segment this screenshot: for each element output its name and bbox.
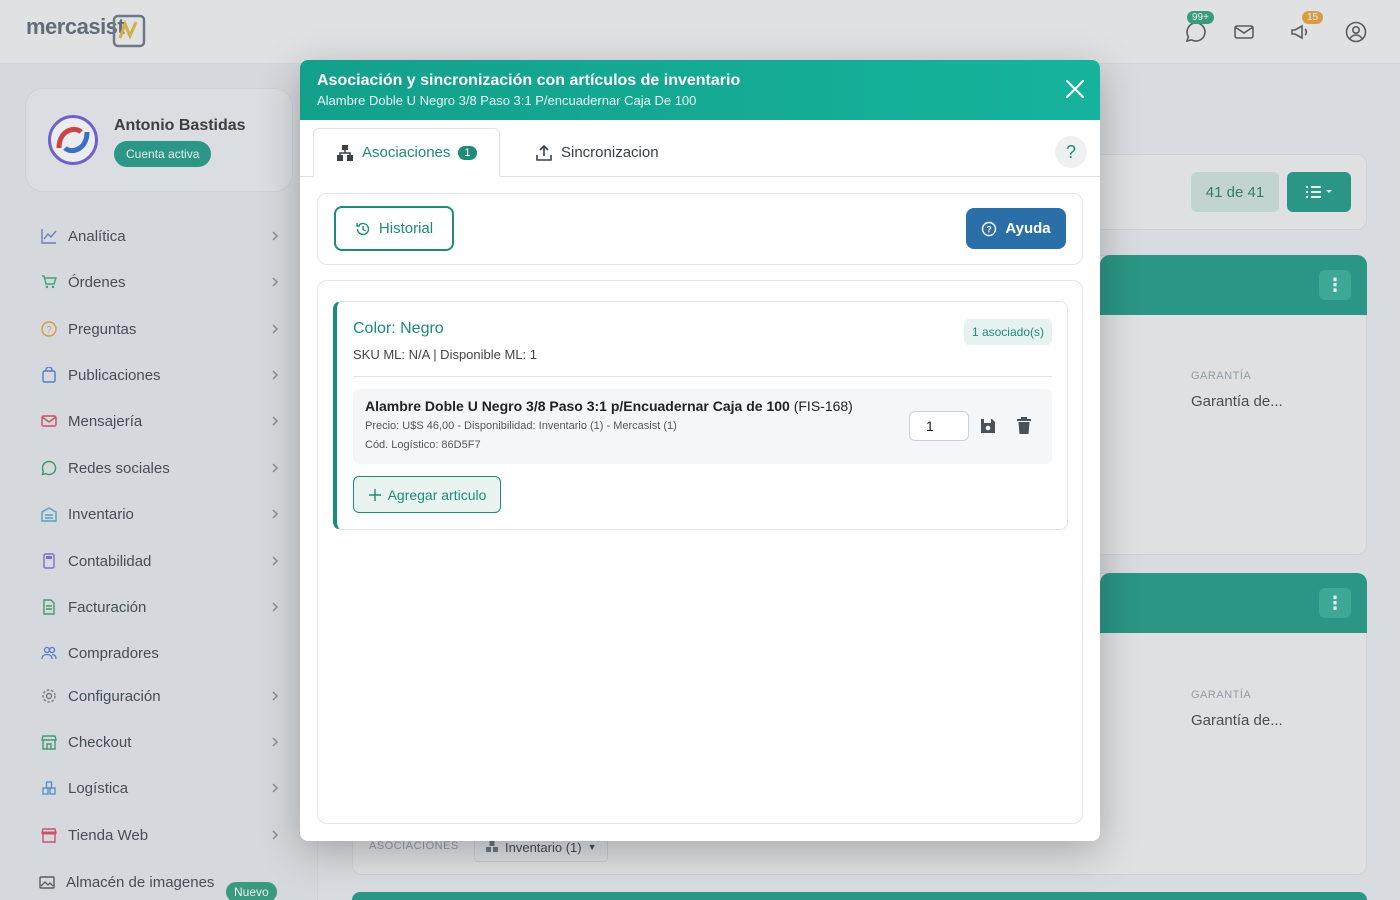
plus-icon xyxy=(368,488,381,501)
help-button[interactable]: ? xyxy=(1055,136,1087,168)
tab-label: Asociaciones xyxy=(362,144,451,161)
historial-label: Historial xyxy=(378,220,434,237)
associations-panel: Color: Negro SKU ML: N/A | Disponible ML… xyxy=(317,280,1083,824)
tab-count-badge: 1 xyxy=(458,145,477,160)
item-code: (FIS-168) xyxy=(793,398,853,414)
item-title: Alambre Doble U Negro 3/8 Paso 3:1 p/Enc… xyxy=(365,398,853,414)
association-modal: Asociación y sincronización con artículo… xyxy=(300,60,1100,841)
sitemap-icon xyxy=(337,144,353,161)
quantity-input[interactable] xyxy=(909,411,969,441)
history-icon xyxy=(356,222,370,235)
upload-icon xyxy=(536,144,552,161)
tab-asociaciones[interactable]: Asociaciones 1 xyxy=(313,128,500,177)
variant-meta: SKU ML: N/A | Disponible ML: 1 xyxy=(353,347,538,362)
historial-button[interactable]: Historial xyxy=(334,206,454,251)
trash-icon[interactable] xyxy=(1014,415,1034,437)
item-price-line: Precio: U$S 46,00 - Disponibilidad: Inve… xyxy=(365,420,677,432)
svg-text:?: ? xyxy=(987,224,993,234)
item-logistic-line: Cód. Logístico: 86D5F7 xyxy=(365,439,481,451)
question-circle-icon: ? xyxy=(982,221,997,236)
tab-sincronizacion[interactable]: Sincronizacion xyxy=(513,128,681,177)
modal-title: Asociación y sincronización con artículo… xyxy=(317,72,741,89)
tab-label: Sincronizacion xyxy=(561,144,659,161)
associated-count-badge: 1 asociado(s) xyxy=(963,319,1052,345)
close-icon[interactable] xyxy=(1064,78,1086,100)
add-article-label: Agregar articulo xyxy=(387,486,487,503)
modal-tabs: Asociaciones 1 Sincronizacion ? xyxy=(300,120,1100,177)
add-article-button[interactable]: Agregar articulo xyxy=(353,476,501,513)
save-icon[interactable] xyxy=(978,415,998,437)
question-mark-icon: ? xyxy=(1065,141,1076,162)
divider xyxy=(353,376,1052,377)
ayuda-label: Ayuda xyxy=(1005,220,1051,237)
variant-title: Color: Negro xyxy=(353,320,444,337)
variant-card: Color: Negro SKU ML: N/A | Disponible ML… xyxy=(333,301,1068,530)
associated-item-row: Alambre Doble U Negro 3/8 Paso 3:1 p/Enc… xyxy=(353,389,1052,464)
item-name: Alambre Doble U Negro 3/8 Paso 3:1 p/Enc… xyxy=(365,398,790,414)
modal-subtitle: Alambre Doble U Negro 3/8 Paso 3:1 P/enc… xyxy=(317,93,697,108)
modal-header: Asociación y sincronización con artículo… xyxy=(300,60,1100,120)
ayuda-button[interactable]: ? Ayuda xyxy=(966,208,1066,249)
actions-toolbar: Historial ? Ayuda xyxy=(317,193,1083,265)
